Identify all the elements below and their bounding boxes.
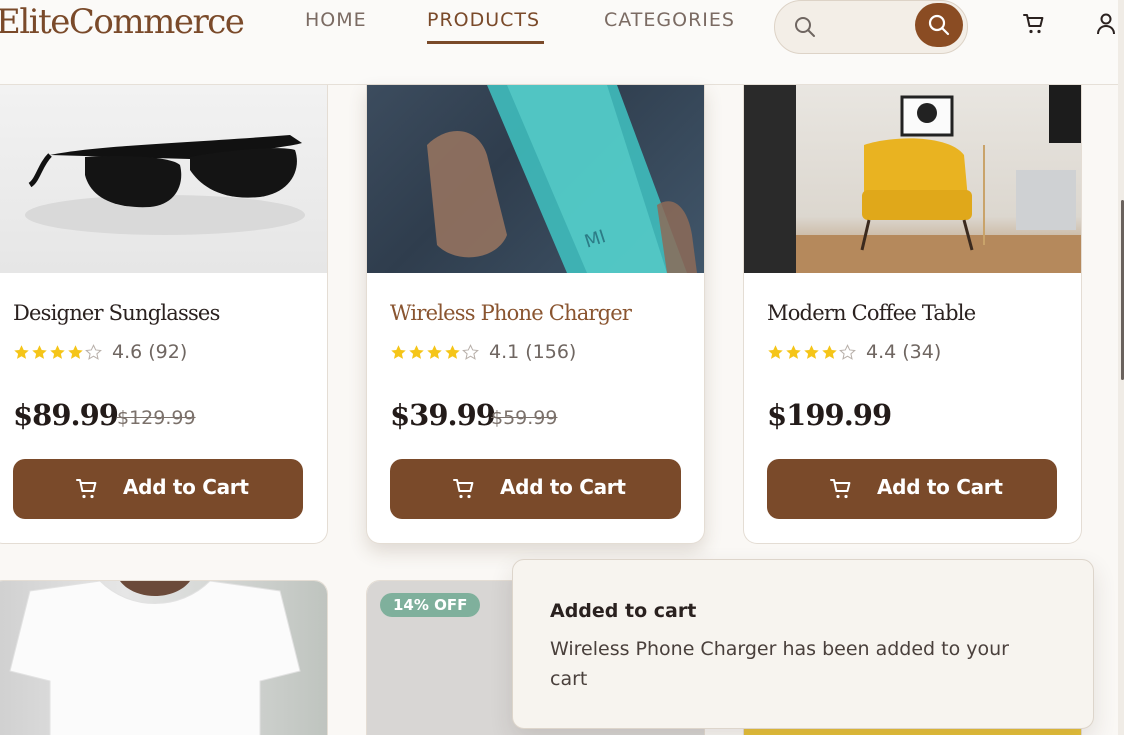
product-title[interactable]: Wireless Phone Charger xyxy=(390,301,632,325)
add-to-cart-label: Add to Cart xyxy=(877,475,1003,499)
star-icon xyxy=(409,344,424,359)
star-icon xyxy=(68,344,83,359)
discount-badge: 14% OFF xyxy=(380,593,481,617)
cart-icon xyxy=(76,479,97,499)
star-outline-icon xyxy=(839,343,856,360)
product-image-coffee-table[interactable] xyxy=(744,85,1081,273)
search-icon xyxy=(928,14,950,36)
nav-products[interactable]: PRODUCTS xyxy=(427,9,540,31)
rating-count: 4.4 (34) xyxy=(866,341,942,363)
product-rating: 4.4 (34) xyxy=(767,341,941,363)
star-rating xyxy=(13,343,102,361)
product-image-sunglasses[interactable] xyxy=(0,85,327,273)
rating-count: 4.1 (156) xyxy=(489,341,577,363)
add-to-cart-label: Add to Cart xyxy=(123,475,249,499)
star-icon xyxy=(427,344,442,359)
product-image-charger[interactable]: MI xyxy=(367,85,704,273)
star-icon xyxy=(445,344,460,359)
product-title[interactable]: Modern Coffee Table xyxy=(767,301,976,325)
star-outline-icon xyxy=(462,343,479,360)
star-icon xyxy=(14,344,29,359)
add-to-cart-button[interactable]: Add to Cart xyxy=(390,459,681,519)
nav-active-underline xyxy=(427,41,544,44)
product-old-price: $59.99 xyxy=(491,407,558,429)
star-icon xyxy=(768,344,783,359)
product-card[interactable] xyxy=(0,580,328,735)
product-image-tshirt[interactable] xyxy=(0,581,327,735)
star-icon xyxy=(391,344,406,359)
product-title[interactable]: Designer Sunglasses xyxy=(13,301,220,325)
search-button[interactable] xyxy=(915,3,963,47)
product-rating: 4.6 (92) xyxy=(13,341,187,363)
cart-icon xyxy=(830,479,851,499)
star-icon xyxy=(32,344,47,359)
toast-title: Added to cart xyxy=(550,600,697,622)
star-icon xyxy=(50,344,65,359)
star-icon xyxy=(822,344,837,359)
site-header: EliteCommerce HOME PRODUCTS CATEGORIES xyxy=(0,0,1118,85)
nav-home[interactable]: HOME xyxy=(305,9,367,31)
cart-icon xyxy=(453,479,474,499)
search-bar[interactable] xyxy=(774,0,968,54)
logo[interactable]: EliteCommerce xyxy=(0,2,245,42)
product-old-price: $129.99 xyxy=(117,407,196,429)
star-rating xyxy=(390,343,479,361)
search-icon xyxy=(795,17,815,37)
product-price: $89.99 xyxy=(13,398,119,432)
product-rating: 4.1 (156) xyxy=(390,341,576,363)
rating-count: 4.6 (92) xyxy=(112,341,188,363)
star-rating xyxy=(767,343,856,361)
star-icon xyxy=(804,344,819,359)
product-card[interactable]: Modern Coffee Table 4.4 (34) $199.99 Add… xyxy=(743,85,1082,544)
star-outline-icon xyxy=(85,343,102,360)
cart-icon[interactable] xyxy=(1022,12,1046,36)
toast-message: Wireless Phone Charger has been added to… xyxy=(550,638,1009,690)
toast-notification[interactable]: Added to cart Wireless Phone Charger has… xyxy=(512,559,1094,729)
product-price: $199.99 xyxy=(767,398,892,432)
star-icon xyxy=(786,344,801,359)
product-card[interactable]: Designer Sunglasses 4.6 (92) $89.99 $129… xyxy=(0,85,328,544)
nav-categories[interactable]: CATEGORIES xyxy=(604,9,735,31)
product-price: $39.99 xyxy=(390,398,496,432)
add-to-cart-label: Add to Cart xyxy=(500,475,626,499)
product-card[interactable]: MI Wireless Phone Charger 4.1 (156) $39.… xyxy=(366,85,705,544)
user-icon[interactable] xyxy=(1095,12,1117,36)
add-to-cart-button[interactable]: Add to Cart xyxy=(13,459,303,519)
add-to-cart-button[interactable]: Add to Cart xyxy=(767,459,1057,519)
